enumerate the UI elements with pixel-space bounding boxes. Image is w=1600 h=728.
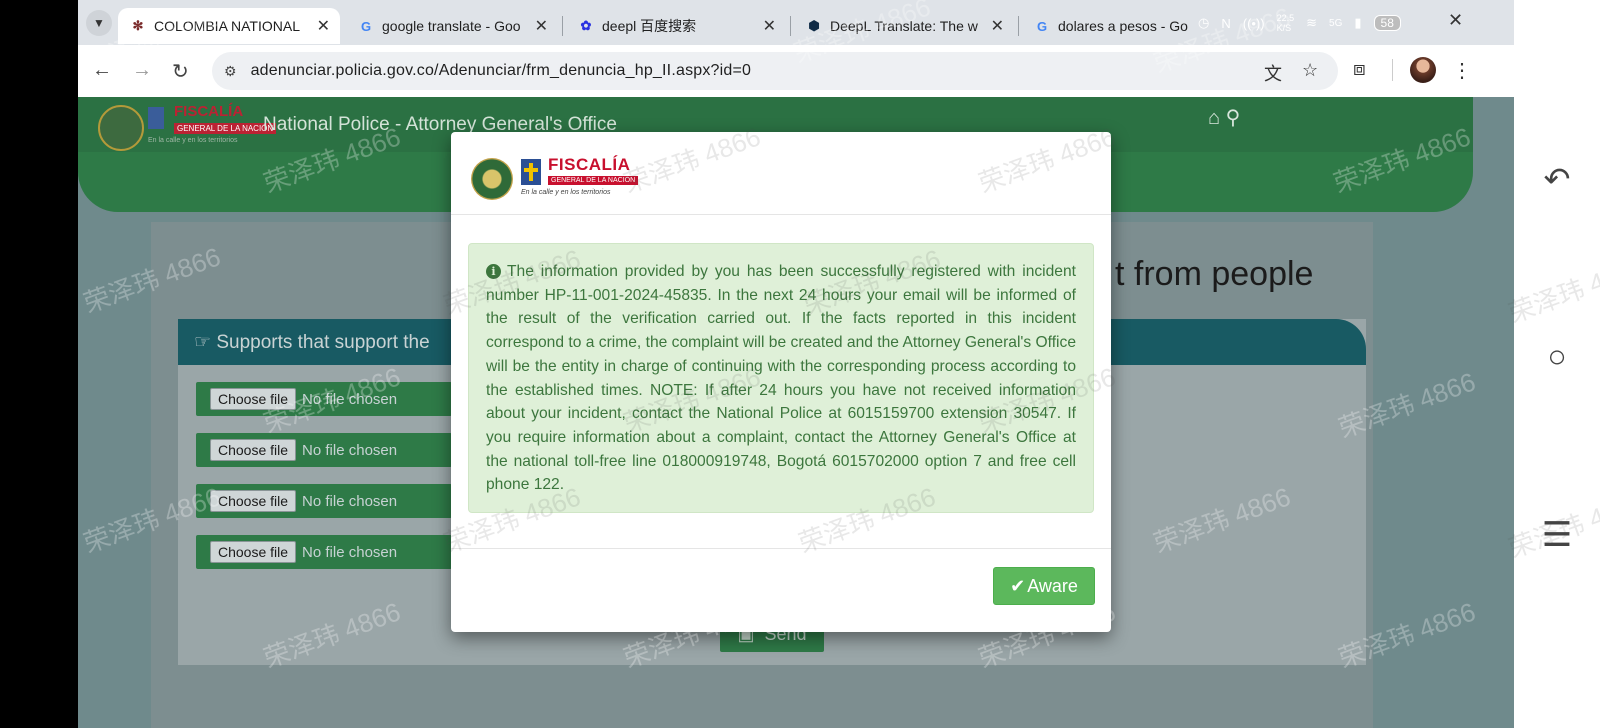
modal-footer: ✔ Aware xyxy=(451,548,1111,633)
close-tab-icon[interactable]: ✕ xyxy=(763,16,776,36)
tab-separator xyxy=(790,16,791,36)
confirmation-modal: FISCALÍA GENERAL DE LA NACIÓN En la call… xyxy=(451,132,1111,632)
close-tab-icon[interactable]: ✕ xyxy=(535,16,548,36)
tab-title: COLOMBIA NATIONAL xyxy=(154,18,300,34)
file-status: No file chosen xyxy=(302,492,398,510)
url-text[interactable]: adenunciar.policia.gov.co/Adenunciar/frm… xyxy=(251,62,752,80)
fiscalia-logo-text: FISCALÍA xyxy=(548,155,631,174)
tab-deepl-translate[interactable]: ⬢ DeepL Translate: The w ✕ xyxy=(796,8,1014,44)
alarm-icon: ◷ xyxy=(1198,15,1210,30)
police-shield-icon: ✻ xyxy=(132,18,144,33)
tab-separator xyxy=(562,16,563,36)
police-seal-logo xyxy=(98,105,144,151)
translate-icon[interactable]: 文 xyxy=(1264,60,1282,86)
tab-title: google translate - Goo xyxy=(382,18,521,34)
google-g-icon: G xyxy=(360,18,372,34)
profile-avatar[interactable] xyxy=(1410,57,1436,83)
tab-google-translate[interactable]: G google translate - Goo ✕ xyxy=(348,8,558,44)
close-tab-icon[interactable]: ✕ xyxy=(991,16,1004,36)
file-input-2[interactable]: Choose file No file chosen xyxy=(196,433,452,467)
alert-message: i The information provided by you has bee… xyxy=(486,263,1076,494)
toolbar-divider xyxy=(1392,59,1393,81)
info-circle-icon: i xyxy=(486,264,501,279)
page-heading: t from people xyxy=(1115,255,1314,293)
browser-toolbar: ← → ↻ ⚙ adenunciar.policia.gov.co/Adenun… xyxy=(78,45,1514,97)
close-tab-icon[interactable]: ✕ xyxy=(317,16,330,36)
bookmark-star-icon[interactable]: ☆ xyxy=(1302,60,1318,81)
file-input-3[interactable]: Choose file No file chosen xyxy=(196,484,452,518)
choose-file-button[interactable]: Choose file xyxy=(210,388,297,410)
recent-apps-icon[interactable]: ☰ xyxy=(1514,515,1600,555)
wifi-icon: ≋ xyxy=(1306,15,1318,30)
police-seal-logo xyxy=(471,158,513,200)
tab-title: deepl 百度搜索 xyxy=(602,18,697,34)
more-menu-icon[interactable]: ⋮ xyxy=(1452,58,1472,83)
deepl-icon: ⬢ xyxy=(808,18,820,33)
fiscalia-logo-sub: GENERAL DE LA NACIÓN xyxy=(548,176,639,185)
success-alert: i The information provided by you has bee… xyxy=(468,243,1094,513)
tab-title: DeepL Translate: The w xyxy=(830,18,978,34)
tab-separator xyxy=(1018,16,1019,36)
reload-icon[interactable]: ↻ xyxy=(172,59,189,84)
tab-strip: ▼ ✻ COLOMBIA NATIONAL ✕ G google transla… xyxy=(78,0,1514,45)
file-input-1[interactable]: Choose file No file chosen xyxy=(196,382,452,416)
battery-level: 58 xyxy=(1373,15,1401,31)
fiscalia-tagline: En la calle y en los territorios xyxy=(521,189,611,196)
fiscalia-tagline: En la calle y en los territorios xyxy=(148,137,238,144)
choose-file-button[interactable]: Choose file xyxy=(210,439,297,461)
back-arrow-icon[interactable]: ← xyxy=(92,59,112,82)
vibrate-icon: ▮ xyxy=(1354,15,1362,30)
baidu-paw-icon: ✿ xyxy=(580,18,592,33)
choose-file-button[interactable]: Choose file xyxy=(210,541,297,563)
fiscalia-cross-logo xyxy=(521,159,541,185)
search-icon[interactable]: ⚲ xyxy=(1226,107,1241,129)
file-input-4[interactable]: Choose file No file chosen xyxy=(196,535,452,569)
site-settings-icon[interactable]: ⚙ xyxy=(224,63,237,80)
file-status: No file chosen xyxy=(302,390,398,408)
close-window-icon[interactable]: ✕ xyxy=(1448,10,1463,31)
google-g-icon: G xyxy=(1036,18,1048,34)
fiscalia-logo-text: FISCALÍA xyxy=(174,103,244,120)
file-status: No file chosen xyxy=(302,543,398,561)
tab-colombia-national[interactable]: ✻ COLOMBIA NATIONAL ✕ xyxy=(118,8,340,44)
header-icons: ⌂ ⚲ xyxy=(1208,105,1240,130)
fiscalia-cross-logo xyxy=(148,107,164,129)
fiscalia-logo-sub: GENERAL DE LA NACIÓN xyxy=(174,123,277,134)
forward-arrow-icon[interactable]: → xyxy=(132,59,152,82)
tab-dolares-a-pesos[interactable]: G dolares a pesos - Go xyxy=(1024,8,1200,44)
extensions-puzzle-icon[interactable]: ⧈ xyxy=(1353,58,1366,81)
hotspot-icon: ((•)) xyxy=(1242,15,1265,31)
aware-button[interactable]: ✔ Aware xyxy=(993,567,1095,605)
chevron-down-icon: ▼ xyxy=(93,16,105,30)
checkmark-icon: ✔ xyxy=(1010,575,1026,596)
file-status: No file chosen xyxy=(302,441,398,459)
panel-title: ☞ Supports that support the xyxy=(194,332,430,353)
nfc-icon: N xyxy=(1221,15,1231,31)
system-nav-bar: ↶ ○ ☰ xyxy=(1514,0,1600,728)
modal-header: FISCALÍA GENERAL DE LA NACIÓN En la call… xyxy=(451,132,1111,215)
home-circle-icon[interactable]: ○ xyxy=(1514,338,1600,375)
tab-deepl-baidu[interactable]: ✿ deepl 百度搜索 ✕ xyxy=(568,8,786,44)
home-icon[interactable]: ⌂ xyxy=(1208,107,1220,129)
hand-point-icon: ☞ xyxy=(194,332,212,353)
back-gesture-icon[interactable]: ↶ xyxy=(1514,160,1600,198)
tab-search-button[interactable]: ▼ xyxy=(86,10,112,36)
network-type: 5G xyxy=(1329,17,1343,29)
network-speed: 22.5 K/S xyxy=(1276,13,1295,33)
tab-title: dolares a pesos - Go xyxy=(1058,18,1188,34)
choose-file-button[interactable]: Choose file xyxy=(210,490,297,512)
address-bar[interactable]: ⚙ adenunciar.policia.gov.co/Adenunciar/f… xyxy=(212,52,1338,90)
